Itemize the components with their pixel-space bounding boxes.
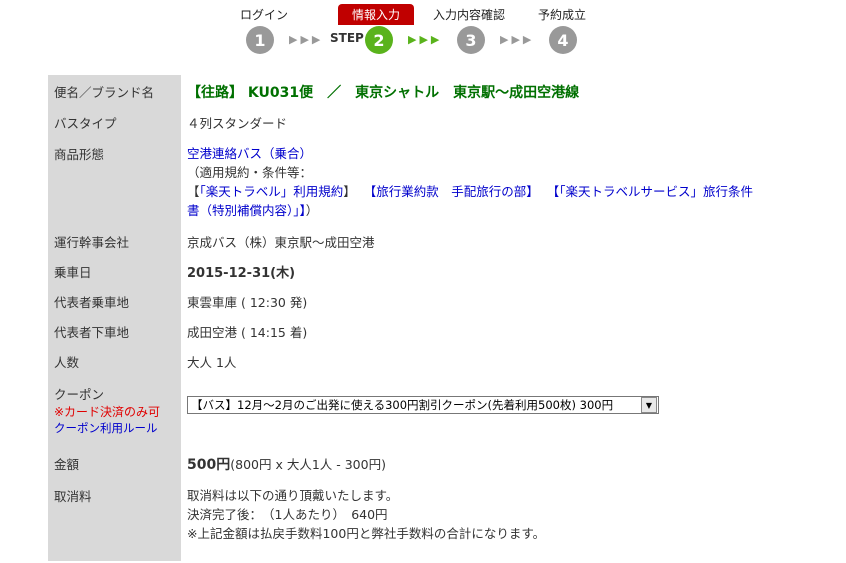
travel-agency-terms-link[interactable]: 【旅行業約款 手配旅行の部】 [364, 184, 539, 199]
cancel-line-2: 決済完了後： （1人あたり） 640円 [187, 507, 388, 522]
label-boarding: 代表者乗車地 [48, 286, 181, 316]
label-price: 金額 [48, 446, 181, 479]
step-label-confirm: 入力内容確認 [433, 8, 506, 22]
cancel-line-3: ※上記金額は払戻手数料100円と弊社手数料の合計になります。 [187, 526, 546, 541]
label-people: 人数 [48, 346, 181, 376]
label-alighting: 代表者下車地 [48, 316, 181, 346]
row-people: 人数 大人 1人 [48, 346, 800, 376]
label-product: 商品形態 [48, 138, 181, 226]
coupon-selected-value: 【バス】12月～2月のご出発に使える300円割引クーポン(先着利用500枚) 3… [191, 398, 614, 412]
price-amount: 500円 [187, 457, 231, 473]
coupon-select[interactable]: 【バス】12月～2月のご出発に使える300円割引クーポン(先着利用500枚) 3… [187, 396, 659, 414]
step-arrows-1: ▶▶▶ [289, 33, 324, 46]
value-flight: 【往路】 KU031便 ／ 東京シャトル 東京駅～成田空港線 [187, 85, 580, 101]
step-circle-2: 2 [365, 26, 393, 54]
rakuten-travel-terms-link[interactable]: 「楽天トラベル」利用規約 [200, 184, 344, 199]
product-type-link[interactable]: 空港連絡バス（乗合） [187, 146, 312, 161]
step-indicator: ログイン 情報入力 入力内容確認 予約成立 1 ▶▶▶ STEP 2 ▶▶▶ 3… [0, 0, 846, 60]
value-date: 2015-12-31(木) [187, 266, 296, 281]
row-bus-type: バスタイプ ４列スタンダード [48, 107, 800, 138]
bracket-open: 【 [187, 184, 200, 199]
step-circle-3: 3 [457, 26, 485, 54]
row-boarding: 代表者乗車地 東雲車庫 ( 12:30 発) [48, 286, 800, 316]
label-bus-type: バスタイプ [48, 107, 181, 138]
step-word: STEP [330, 31, 364, 45]
service-terms-link-a[interactable]: 【「楽天トラベルサービス」旅行条件 [547, 184, 753, 199]
row-price: 金額 500円(800円 x 大人1人 - 300円) [48, 446, 800, 479]
row-flight: 便名／ブランド名 【往路】 KU031便 ／ 東京シャトル 東京駅～成田空港線 [48, 75, 800, 107]
coupon-rule-link[interactable]: クーポン利用ルール [54, 421, 158, 435]
row-cancel: 取消料 取消料は以下の通り頂戴いたします。 決済完了後： （1人あたり） 640… [48, 479, 800, 561]
value-operator: 京成バス（株）東京駅～成田空港 [187, 235, 375, 250]
label-flight: 便名／ブランド名 [48, 75, 181, 107]
label-date: 乗車日 [48, 256, 181, 286]
terms-intro: （適用規約・条件等： [187, 165, 313, 180]
label-coupon: クーポン [54, 387, 105, 402]
value-boarding: 東雲車庫 ( 12:30 発) [187, 295, 308, 310]
reservation-info-table: 便名／ブランド名 【往路】 KU031便 ／ 東京シャトル 東京駅～成田空港線 … [48, 75, 800, 561]
step-arrows-3: ▶▶▶ [500, 33, 535, 46]
service-terms-link-b[interactable]: 書（特別補償内容）」】 [187, 203, 306, 218]
label-cancel: 取消料 [48, 479, 181, 561]
row-alighting: 代表者下車地 成田空港 ( 14:15 着) [48, 316, 800, 346]
row-operator: 運行幹事会社 京成バス（株）東京駅～成田空港 [48, 226, 800, 256]
price-detail: (800円 x 大人1人 - 300円) [230, 457, 386, 472]
label-operator: 運行幹事会社 [48, 226, 181, 256]
terms-close: ） [305, 203, 319, 218]
step-label-info-input: 情報入力 [338, 4, 415, 25]
bracket-close: 】 [343, 184, 356, 199]
row-date: 乗車日 2015-12-31(木) [48, 256, 800, 286]
value-people: 大人 1人 [187, 355, 237, 370]
value-alighting: 成田空港 ( 14:15 着) [187, 325, 308, 340]
step-arrows-2: ▶▶▶ [408, 33, 443, 46]
step-circle-4: 4 [549, 26, 577, 54]
step-label-complete: 予約成立 [538, 8, 587, 22]
value-bus-type: ４列スタンダード [187, 116, 288, 131]
cancel-line-1: 取消料は以下の通り頂戴いたします。 [187, 488, 399, 503]
chevron-down-icon[interactable]: ▼ [641, 397, 657, 413]
coupon-card-only-note: ※カード決済のみ可 [54, 405, 161, 419]
row-product: 商品形態 空港連絡バス（乗合） （適用規約・条件等： 【「楽天トラベル」利用規約… [48, 138, 800, 226]
step-label-login: ログイン [240, 8, 289, 22]
row-coupon: クーポン ※カード決済のみ可 クーポン利用ルール 【バス】12月～2月のご出発に… [48, 376, 800, 446]
step-circle-1: 1 [246, 26, 274, 54]
